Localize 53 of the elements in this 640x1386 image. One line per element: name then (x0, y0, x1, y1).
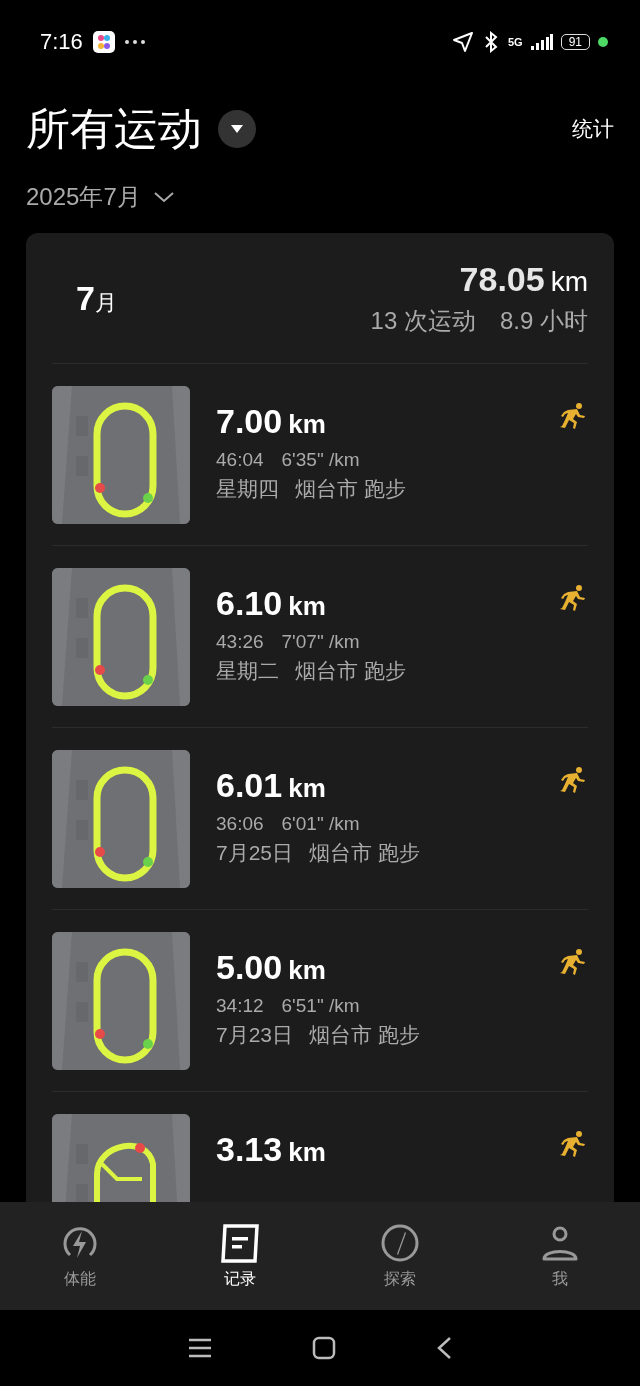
clock-time: 7:16 (40, 29, 83, 55)
run-pace: 6'35" /km (281, 449, 360, 471)
run-location: 烟台市 跑步 (309, 840, 420, 866)
back-icon[interactable] (436, 1336, 452, 1360)
month-label: 7月 (76, 278, 117, 318)
run-duration: 36:06 (216, 813, 264, 835)
run-pace: 6'01" /km (281, 813, 360, 835)
location-icon (451, 31, 474, 53)
run-distance: 5.00 km (216, 948, 327, 987)
tab[interactable]: 我 (480, 1202, 640, 1310)
run-duration: 46:04 (216, 449, 264, 471)
run-pace: 7'07" /km (281, 631, 360, 653)
tab[interactable]: 记录 (160, 1202, 320, 1310)
statistics-link[interactable]: 统计 (572, 115, 614, 143)
run-duration: 34:12 (216, 995, 264, 1017)
run-date: 星期四 (216, 476, 279, 502)
runner-icon (558, 584, 588, 612)
app-icon (92, 31, 115, 53)
run-distance: 6.01 km (216, 766, 327, 805)
run-distance: 7.00 km (216, 402, 327, 441)
chevron-icon (152, 191, 175, 203)
run-location: 烟台市 跑步 (309, 1022, 420, 1048)
total-duration: 8.9 小时 (499, 305, 588, 336)
run-duration: 43:26 (216, 631, 264, 653)
runner-icon (558, 402, 588, 430)
run-distance: 6.10 km (216, 584, 327, 623)
tab[interactable]: 探索 (320, 1202, 480, 1310)
battery-level: 91 (560, 34, 590, 50)
home-icon[interactable] (312, 1336, 336, 1360)
runner-icon (558, 948, 588, 976)
run-date: 星期二 (216, 658, 279, 684)
caret-icon (230, 124, 244, 134)
period-selector[interactable]: 2025年7月 (26, 174, 175, 220)
network-label: 5G (507, 36, 523, 48)
more-icon (124, 40, 145, 44)
menu-icon[interactable] (188, 1338, 212, 1358)
dropdown-button[interactable] (218, 110, 256, 148)
signal-icon (530, 34, 553, 50)
runner-icon (558, 766, 588, 794)
run-location: 烟台市 跑步 (295, 476, 406, 502)
activity-count: 13 次运动 (370, 305, 476, 336)
run-location: 烟台市 跑步 (295, 658, 406, 684)
run-pace: 6'51" /km (281, 995, 360, 1017)
page-title: 所有运动 (26, 102, 202, 155)
total-distance: 78.05 km (459, 259, 588, 299)
record-icon (220, 1222, 260, 1263)
compass-icon (380, 1222, 420, 1263)
tab[interactable]: 体能 (0, 1202, 160, 1310)
status-dot-icon (598, 37, 608, 47)
run-distance: 3.13 km (216, 1130, 326, 1169)
run-date: 7月25日 (216, 840, 294, 866)
runner-icon (558, 1130, 588, 1158)
run-date: 7月23日 (216, 1022, 294, 1048)
